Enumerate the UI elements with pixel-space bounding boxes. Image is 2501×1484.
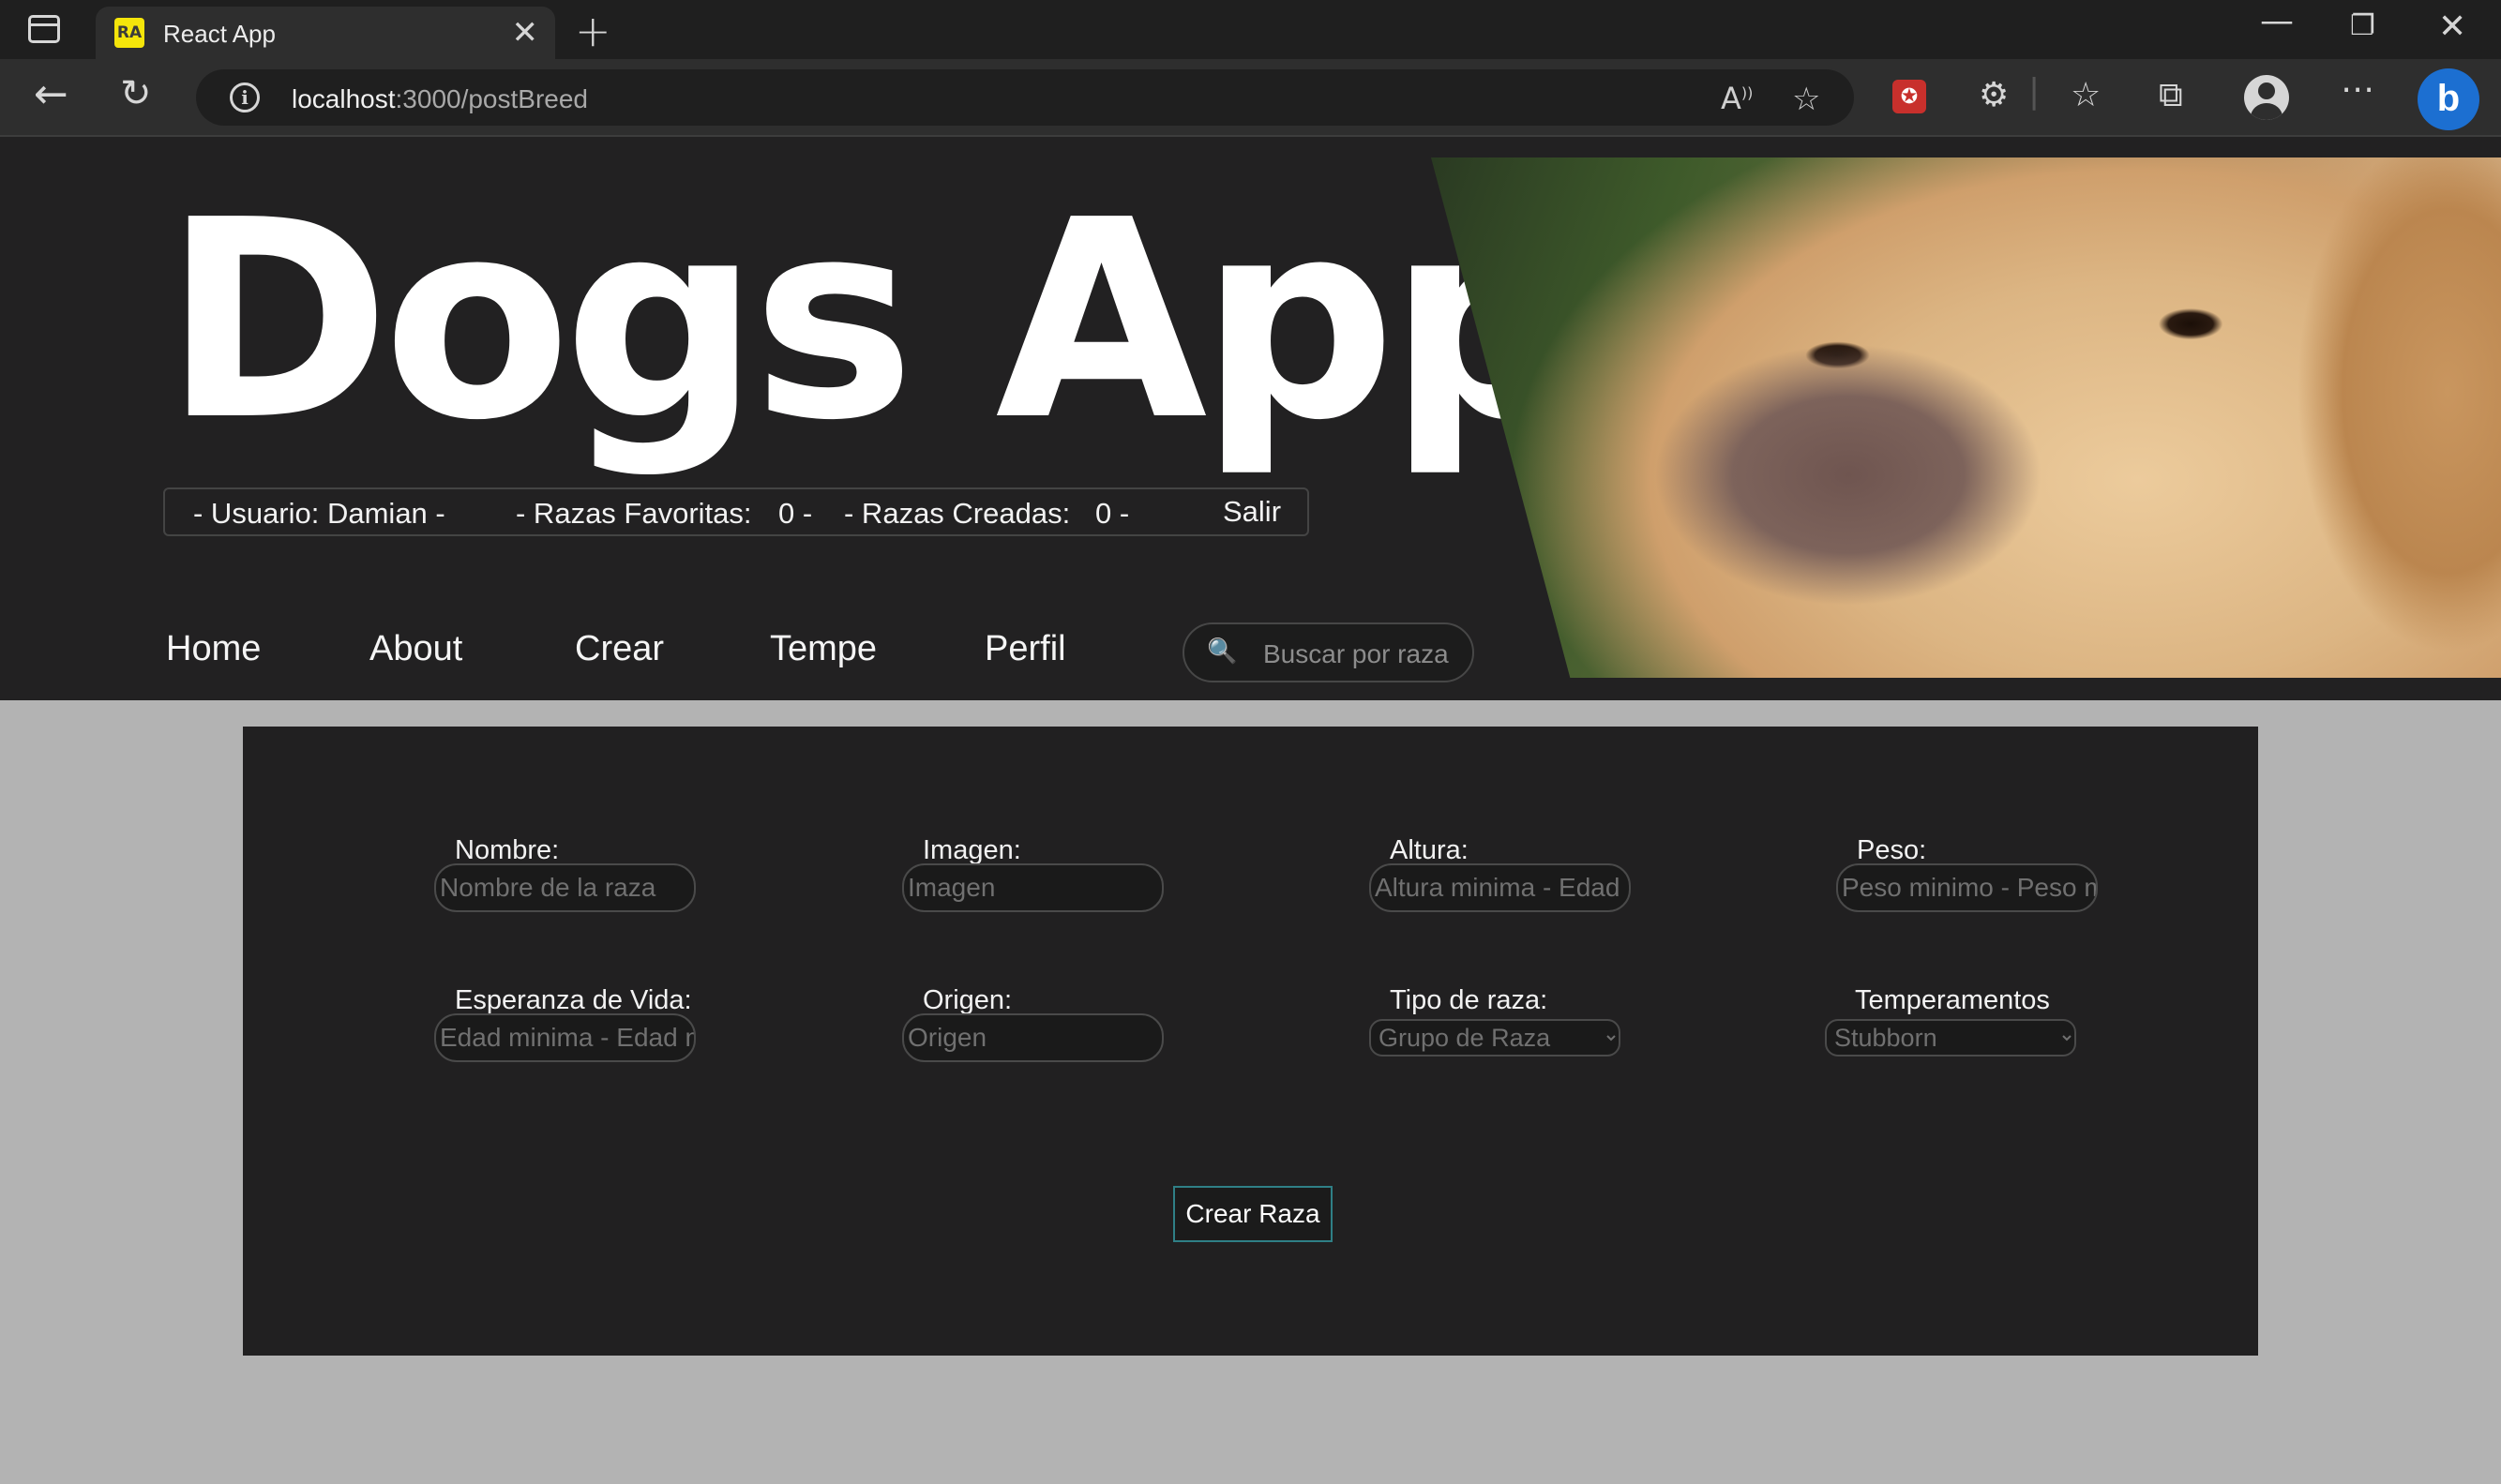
toolbar-divider: | — [2028, 72, 2041, 111]
altura-label: Altura: — [1390, 835, 1469, 865]
tipo-raza-select[interactable]: Grupo de Raza — [1369, 1019, 1620, 1057]
tab-react-app[interactable]: RA React App ✕ — [96, 7, 555, 59]
favorites-count: 0 - — [778, 497, 813, 530]
browser-toolbar: ← ↻ i localhost:3000/postBreed A)) ☆ ✪ ⚙… — [0, 59, 2501, 137]
temperamentos-label: Temperamentos — [1855, 985, 2050, 1015]
more-icon[interactable]: ⋯ — [2341, 70, 2374, 109]
favorites-label: - Razas Favoritas: — [516, 497, 752, 530]
add-favorite-icon[interactable]: ☆ — [1792, 81, 1820, 118]
tab-title: React App — [163, 20, 276, 48]
search-icon: 🔍 — [1207, 637, 1238, 666]
url-path: :3000/postBreed — [395, 84, 589, 113]
nombre-label: Nombre: — [455, 835, 560, 865]
nav-tempe[interactable]: Tempe — [770, 629, 877, 669]
collections-icon[interactable]: ⧉ — [2159, 76, 2183, 115]
back-icon[interactable]: ← — [34, 70, 68, 118]
imagen-input[interactable] — [902, 863, 1164, 912]
nombre-input[interactable] — [434, 863, 696, 912]
url-text[interactable]: localhost:3000/postBreed — [292, 84, 588, 114]
favorites-icon[interactable]: ☆ — [2071, 76, 2101, 114]
info-icon[interactable]: i — [230, 82, 260, 112]
url-host: localhost — [292, 84, 396, 113]
nav-home[interactable]: Home — [166, 629, 261, 669]
user-name: - Usuario: Damian - — [193, 497, 445, 530]
created-count: 0 - — [1095, 497, 1130, 530]
altura-input[interactable] — [1369, 863, 1631, 912]
dog-photo — [1431, 157, 2501, 678]
tab-close-icon[interactable]: ✕ — [512, 14, 539, 52]
peso-input[interactable] — [1836, 863, 2098, 912]
nav-perfil[interactable]: Perfil — [985, 629, 1066, 669]
origen-label: Origen: — [923, 985, 1013, 1015]
esperanza-input[interactable] — [434, 1013, 696, 1062]
origen-input[interactable] — [902, 1013, 1164, 1062]
new-tab-icon[interactable]: + — [575, 6, 611, 56]
create-breed-form: Nombre: Imagen: Altura: Peso: Esperanza … — [243, 727, 2258, 1356]
tipo-raza-label: Tipo de raza: — [1390, 985, 1548, 1015]
refresh-icon[interactable]: ↻ — [120, 72, 152, 115]
temperamentos-select[interactable]: Stubborn — [1825, 1019, 2076, 1057]
app-title: Dogs App — [163, 161, 1584, 480]
browser-tab-strip: RA React App ✕ + — ❐ ✕ — [0, 0, 2501, 59]
crear-raza-button[interactable]: Crear Raza — [1173, 1186, 1333, 1242]
react-app-favicon-icon: RA — [114, 18, 144, 48]
nav-about[interactable]: About — [369, 629, 462, 669]
app-header: Dogs App - Usuario: Damian - - Razas Fav… — [0, 137, 2501, 700]
read-aloud-icon[interactable]: A)) — [1721, 81, 1753, 116]
extension-icon[interactable]: ✪ — [1892, 80, 1926, 113]
minimize-icon[interactable]: — — [2260, 2, 2294, 40]
breed-search[interactable]: 🔍 — [1183, 622, 1474, 682]
extensions-icon[interactable]: ⚙ — [1979, 76, 2009, 114]
search-input[interactable] — [1263, 639, 1460, 669]
logout-button[interactable]: Salir — [1223, 495, 1281, 529]
bing-icon[interactable]: b — [2418, 68, 2479, 130]
nav-crear[interactable]: Crear — [575, 629, 664, 669]
close-window-icon[interactable]: ✕ — [2438, 7, 2466, 46]
restore-icon[interactable]: ❐ — [2350, 9, 2375, 42]
profile-icon[interactable] — [2244, 75, 2289, 120]
address-bar[interactable]: i localhost:3000/postBreed A)) ☆ — [196, 69, 1854, 126]
esperanza-label: Esperanza de Vida: — [455, 985, 692, 1015]
user-info-bar: - Usuario: Damian - - Razas Favoritas: 0… — [163, 487, 1309, 536]
imagen-label: Imagen: — [923, 835, 1021, 865]
created-label: - Razas Creadas: — [844, 497, 1071, 530]
peso-label: Peso: — [1857, 835, 1927, 865]
sidebar-icon[interactable] — [28, 15, 60, 43]
